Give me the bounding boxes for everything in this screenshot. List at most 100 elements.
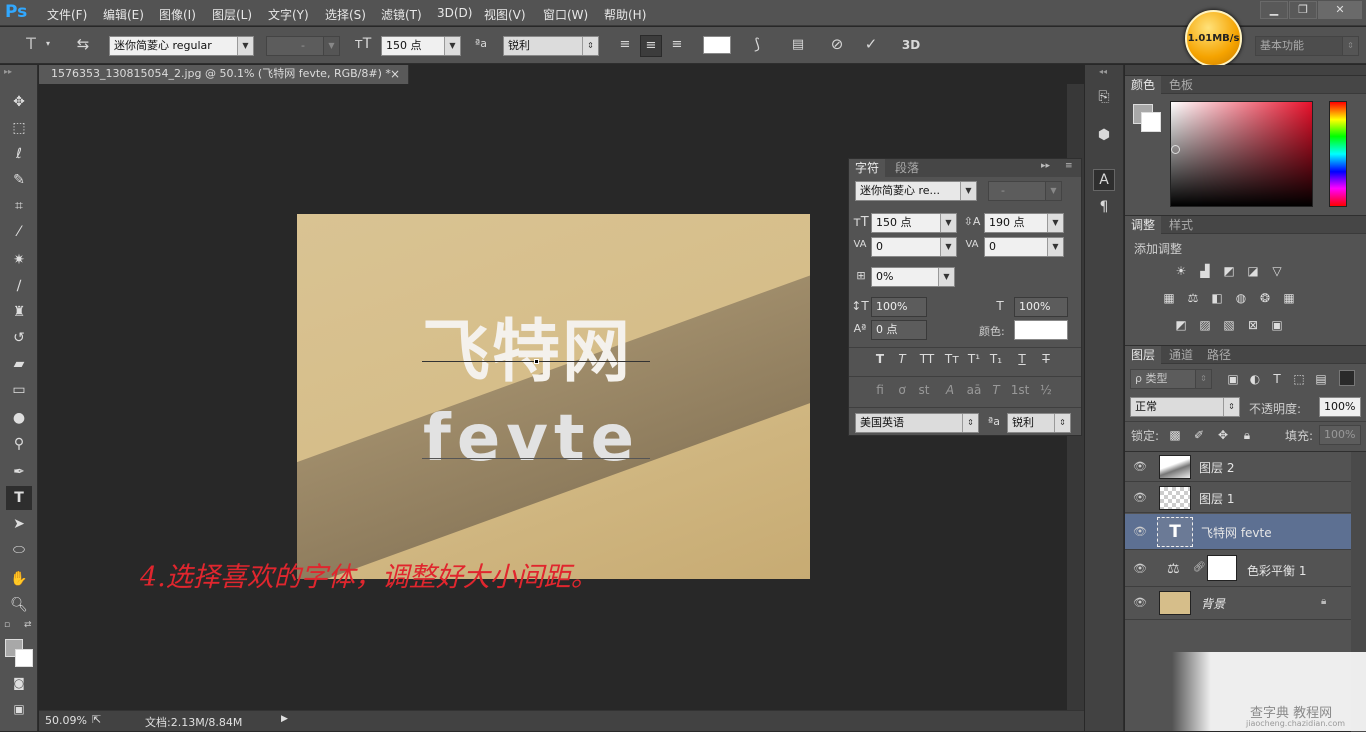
minimize-button[interactable]: ▁: [1260, 1, 1288, 19]
ordinals-button[interactable]: 1st: [1009, 383, 1031, 397]
small-caps-button[interactable]: Tт: [941, 352, 963, 366]
lasso-tool-icon[interactable]: ℓ: [6, 142, 32, 166]
blur-tool-icon[interactable]: ●: [6, 406, 32, 430]
quick-mask-icon[interactable]: ◙: [6, 671, 32, 695]
zoom-level[interactable]: 50.09%: [45, 714, 87, 727]
filter-smart-icon[interactable]: ▤: [1313, 372, 1329, 386]
character-panel-icon[interactable]: A: [1093, 169, 1115, 191]
char-color-swatch[interactable]: [1014, 320, 1068, 340]
tab-styles[interactable]: 样式: [1163, 216, 1199, 234]
filter-adjustment-icon[interactable]: ◐: [1247, 372, 1263, 386]
export-icon[interactable]: ⇱: [92, 713, 101, 726]
ligature-button[interactable]: fi: [871, 383, 889, 397]
swash-button[interactable]: A: [941, 383, 959, 397]
ellipse-tool-icon[interactable]: ⬭: [6, 538, 32, 562]
screen-mode-icon[interactable]: ▣: [6, 697, 32, 721]
gradient-tool-icon[interactable]: ▭: [6, 378, 32, 402]
restore-button[interactable]: ❐: [1289, 1, 1317, 19]
all-caps-button[interactable]: TT: [915, 352, 939, 366]
align-right-icon[interactable]: ≡: [666, 35, 688, 57]
char-tsume-select[interactable]: 0% ▼: [871, 267, 955, 287]
text-layer-line1[interactable]: 飞特网: [422, 296, 632, 395]
menu-3d[interactable]: 3D(D): [437, 6, 472, 20]
tab-layers[interactable]: 图层: [1125, 346, 1162, 364]
char-hscale-input[interactable]: 100%: [1014, 297, 1068, 317]
collapse-icon[interactable]: ◂◂: [1099, 67, 1107, 76]
swap-colors-icon[interactable]: ⇄: [24, 620, 32, 630]
eye-icon[interactable]: 👁︎: [1133, 491, 1147, 505]
char-antialias-select[interactable]: 锐利 ⇕: [1007, 413, 1071, 433]
layer-row[interactable]: 👁︎ 背景 🔒︎: [1125, 588, 1351, 620]
char-font-family-select[interactable]: 迷你简菱心 re... ▼: [855, 181, 977, 201]
align-center-icon[interactable]: ≡: [640, 35, 662, 57]
panel-menu-icon[interactable]: ≡: [1065, 161, 1073, 171]
move-tool-icon[interactable]: ✥: [6, 90, 32, 114]
tab-color[interactable]: 颜色: [1125, 76, 1162, 94]
lock-pixels-icon[interactable]: ✐: [1191, 428, 1207, 442]
menu-view[interactable]: 视图(V): [484, 6, 526, 23]
3d-panel-icon[interactable]: ⬢: [1093, 125, 1115, 147]
layer-row[interactable]: 👁︎ ⚖ 🔗︎ 色彩平衡 1: [1125, 551, 1351, 587]
menu-filter[interactable]: 滤镜(T): [381, 6, 422, 23]
menu-select[interactable]: 选择(S): [325, 6, 366, 23]
char-font-style-select[interactable]: - ▼: [988, 181, 1062, 201]
marquee-tool-icon[interactable]: ⬚: [6, 116, 32, 140]
color-field[interactable]: [1170, 101, 1313, 207]
pen-tool-icon[interactable]: ✒: [6, 460, 32, 484]
stamp-tool-icon[interactable]: ♜: [6, 300, 32, 324]
char-kerning-select[interactable]: 0 ▼: [871, 237, 957, 257]
type-tool-icon[interactable]: T: [20, 34, 42, 56]
fill-input[interactable]: 100%: [1319, 425, 1361, 445]
color-balance-icon[interactable]: ⚖: [1185, 291, 1201, 305]
dodge-tool-icon[interactable]: ⚲: [6, 432, 32, 456]
tab-paragraph[interactable]: 段落: [889, 159, 925, 177]
char-size-select[interactable]: 150 点 ▼: [871, 213, 957, 233]
layer-row-selected[interactable]: 👁︎ T 飞特网 fevte: [1125, 514, 1351, 550]
exposure-icon[interactable]: ◪: [1245, 264, 1261, 278]
posterize-icon[interactable]: ▨: [1197, 318, 1213, 332]
eyedropper-tool-icon[interactable]: ⁄: [6, 220, 32, 244]
levels-icon[interactable]: ▟: [1197, 264, 1213, 278]
gradient-map-icon[interactable]: ⊠: [1245, 318, 1261, 332]
filter-pixel-icon[interactable]: ▣: [1225, 372, 1241, 386]
font-size-select[interactable]: 150 点 ▼: [381, 36, 461, 56]
titling-alt-button[interactable]: T: [987, 383, 1005, 397]
tab-character[interactable]: 字符: [849, 159, 886, 177]
tab-paths[interactable]: 路径: [1201, 346, 1237, 364]
subscript-button[interactable]: T₁: [987, 352, 1005, 366]
color-picker-ring[interactable]: [1171, 145, 1180, 154]
faux-italic-button[interactable]: T: [893, 352, 911, 366]
tab-close-icon[interactable]: ×: [390, 65, 400, 83]
superscript-button[interactable]: T¹: [965, 352, 983, 366]
menu-edit[interactable]: 编辑(E): [103, 6, 144, 23]
3d-text-button[interactable]: 3D: [898, 35, 924, 57]
close-button[interactable]: ✕: [1318, 1, 1362, 19]
healing-tool-icon[interactable]: ✷: [6, 248, 32, 272]
threshold-icon[interactable]: ▧: [1221, 318, 1237, 332]
selective-color-icon[interactable]: ▣: [1269, 318, 1285, 332]
char-baseline-input[interactable]: 0 点: [871, 320, 927, 340]
menu-window[interactable]: 窗口(W): [543, 6, 588, 23]
text-layer-line2[interactable]: fevte: [423, 402, 640, 476]
eye-icon[interactable]: 👁︎: [1133, 596, 1147, 610]
layer-filter-select[interactable]: ρ 类型 ⇕: [1130, 369, 1212, 389]
menu-layer[interactable]: 图层(L): [212, 6, 252, 23]
tab-swatches[interactable]: 色板: [1163, 76, 1199, 94]
fractions-button[interactable]: ½: [1037, 383, 1055, 397]
history-panel-icon[interactable]: ⎘: [1093, 87, 1115, 109]
discretionary-ligature-button[interactable]: st: [915, 383, 933, 397]
cancel-icon[interactable]: ⊘: [826, 34, 848, 56]
document-image[interactable]: 飞特网 fevte: [297, 214, 810, 579]
language-select[interactable]: 美国英语 ⇕: [855, 413, 979, 433]
color-lookup-icon[interactable]: ▦: [1281, 291, 1297, 305]
paragraph-panel-icon[interactable]: ¶: [1093, 197, 1115, 219]
crop-tool-icon[interactable]: ⌗: [6, 194, 32, 218]
path-select-tool-icon[interactable]: ➤: [6, 512, 32, 536]
opacity-input[interactable]: 100%: [1319, 397, 1361, 417]
font-style-select[interactable]: - ▼: [266, 36, 340, 56]
old-style-button[interactable]: ơ: [893, 383, 911, 397]
filter-toggle[interactable]: [1339, 370, 1355, 386]
stylistic-alt-button[interactable]: aā: [963, 383, 985, 397]
layer-row[interactable]: 👁︎ 图层 1: [1125, 483, 1351, 513]
layer-row[interactable]: 👁︎ 图层 2: [1125, 452, 1351, 482]
